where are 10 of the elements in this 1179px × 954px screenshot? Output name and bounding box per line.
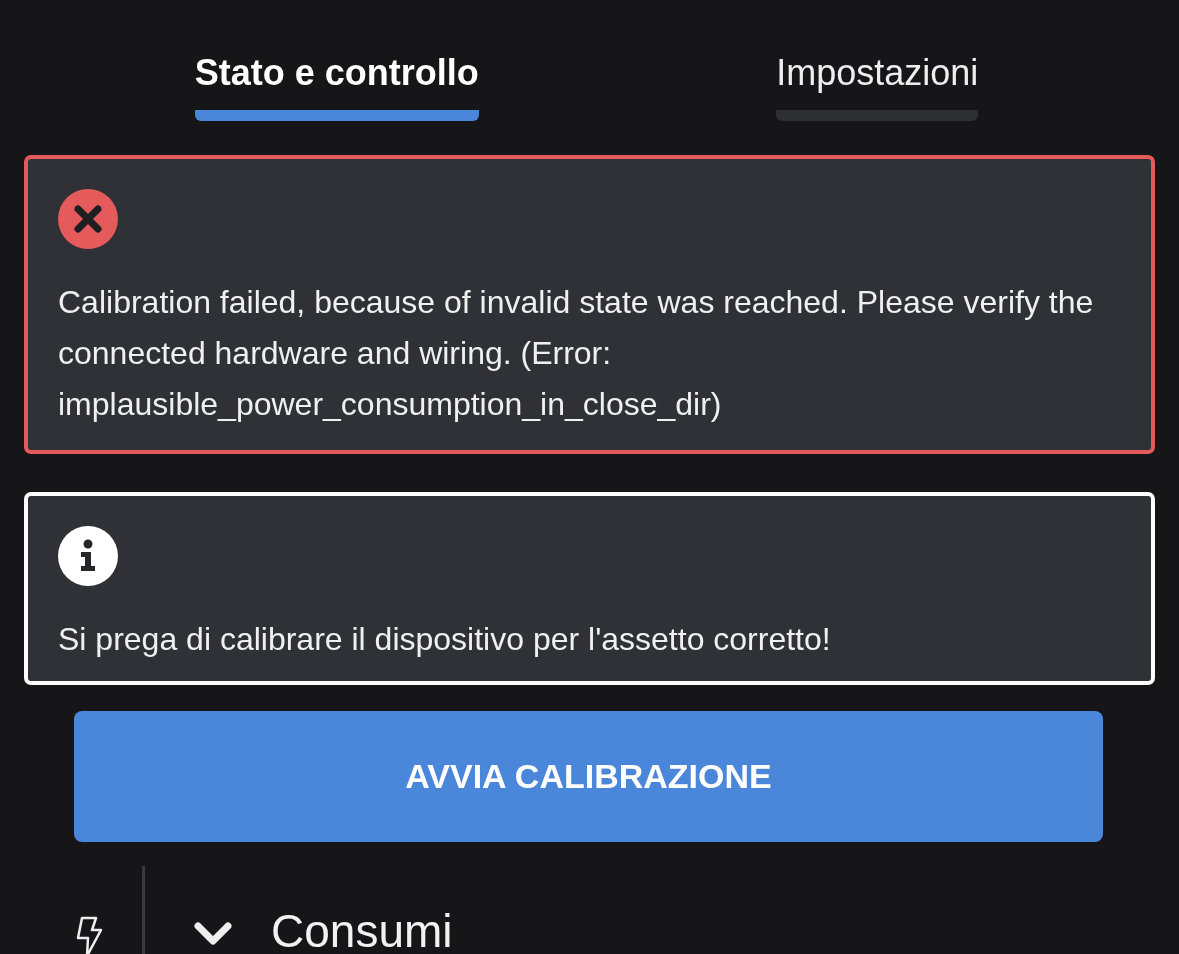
alert-message: Si prega di calibrare il dispositivo per l'assetto corretto! bbox=[58, 620, 832, 659]
error-icon bbox=[58, 189, 118, 249]
start-calibration-button[interactable]: AVVIA CALIBRAZIONE bbox=[74, 711, 1103, 842]
tab[interactable]: Impostazioni bbox=[776, 44, 979, 121]
lightning-icon bbox=[74, 916, 104, 954]
section-title: Consumi bbox=[271, 904, 453, 954]
alert-message: Calibration failed, because of invalid state was reached. Please verify the connected hardware and wiring. (Error: implausible_power_consumption_in_close_dir) bbox=[58, 283, 1095, 424]
tab[interactable]: Stato e controllo bbox=[194, 44, 479, 121]
chevron-down-icon[interactable] bbox=[193, 921, 233, 947]
info-icon bbox=[58, 526, 118, 586]
